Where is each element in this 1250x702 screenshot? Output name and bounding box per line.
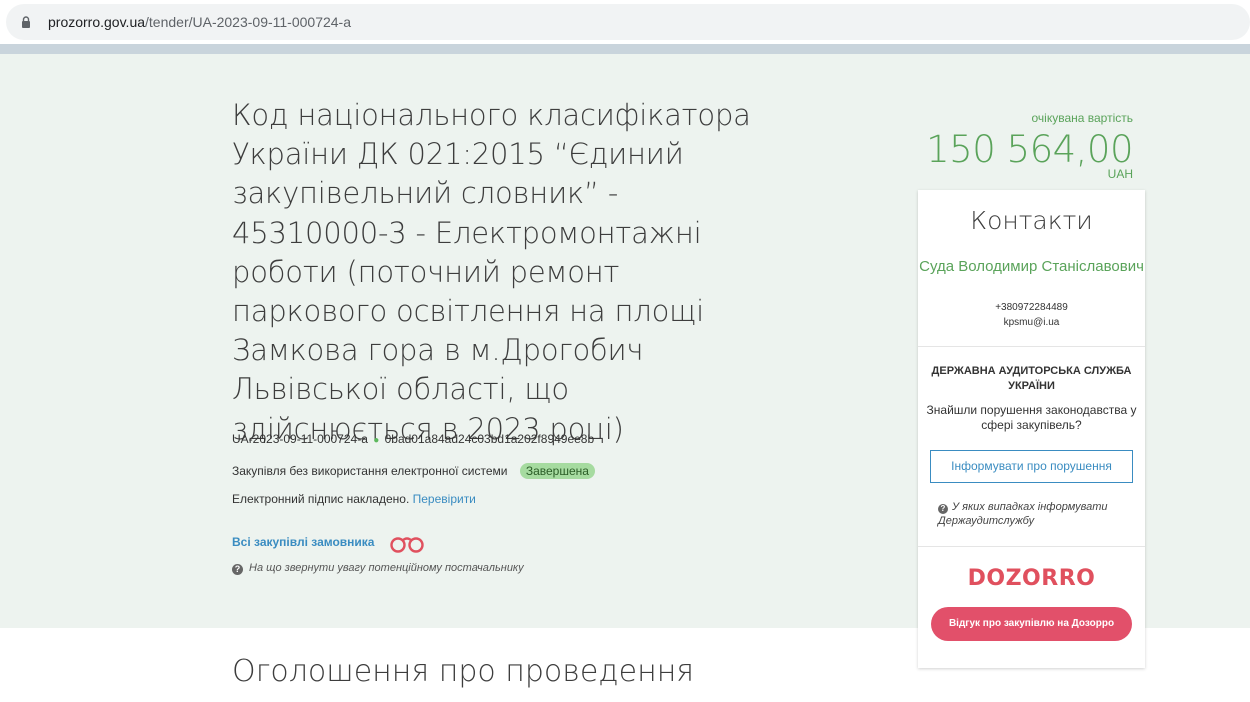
expected-price-value: 150 564,00 [926, 128, 1133, 171]
contact-name: Суда Володимир Станіславович [919, 258, 1144, 275]
expected-price-label: очікувана вартість [1031, 111, 1134, 125]
tender-id-line: UA-2023-09-11-000724-a ● 0bad01a84ad24c0… [232, 432, 594, 446]
url-host: prozorro.gov.ua [48, 14, 146, 30]
page-header-strip [0, 44, 1250, 54]
contacts-card: Контакти Суда Володимир Станіславович +3… [918, 190, 1145, 668]
url-field[interactable]: prozorro.gov.ua/tender/UA-2023-09-11-000… [6, 4, 1250, 40]
tender-id: UA-2023-09-11-000724-a [232, 432, 368, 446]
dozorro-feedback-button[interactable]: Відгук про закупівлю на Дозорро [931, 607, 1132, 641]
signature-line: Електронний підпис накладено. Перевірити [232, 492, 476, 506]
audit-service-title: ДЕРЖАВНА АУДИТОРСЬКА СЛУЖБА УКРАЇНИ [931, 365, 1132, 392]
browser-address-bar: prozorro.gov.ua/tender/UA-2023-09-11-000… [0, 0, 1250, 44]
verify-signature-link[interactable]: Перевірити [413, 492, 476, 506]
contacts-title: Контакти [970, 206, 1093, 235]
tender-hash: 0bad01a84ad24c03bd1a202f8949ee8b [384, 432, 595, 446]
contact-phone: +380972284489 [995, 302, 1068, 313]
status-badge: Завершена [519, 463, 595, 479]
procurement-status-line: Закупівля без використання електронної с… [232, 463, 595, 479]
price-currency: UAH [1107, 167, 1133, 181]
supplier-hint-text: На що звернути увагу потенційному постач… [249, 562, 524, 574]
audit-hint[interactable]: ? У яких випадках інформувати Держаудитсл… [938, 500, 1138, 528]
all-purchases-link[interactable]: Всі закупівлі замовника [232, 535, 374, 549]
report-violation-button[interactable]: Інформувати про порушення [930, 450, 1133, 483]
contact-email: kpsmu@i.ua [1003, 317, 1060, 328]
signature-text: Електронний підпис накладено. [232, 492, 410, 506]
lock-icon [22, 16, 30, 28]
audit-service-text: Знайшли порушення законодавства у сфері … [926, 403, 1137, 432]
binoculars-icon[interactable] [389, 532, 425, 554]
audit-hint-text: У яких випадках інформувати Держаудитслу… [938, 501, 1108, 527]
dozorro-logo[interactable]: DOZORRO [918, 566, 1145, 591]
question-icon: ? [938, 504, 948, 514]
url-text: prozorro.gov.ua/tender/UA-2023-09-11-000… [48, 14, 351, 30]
procurement-type: Закупівля без використання електронної с… [232, 464, 508, 478]
supplier-hint[interactable]: ? На що звернути увагу потенційному поста… [232, 562, 524, 575]
url-path: /tender/UA-2023-09-11-000724-a [145, 14, 352, 30]
tender-title: Код національного класифікатора України … [232, 98, 751, 446]
section-title: Оголошення про проведення [232, 654, 695, 689]
question-icon: ? [232, 564, 243, 575]
dot-separator-icon: ● [373, 435, 380, 446]
divider [918, 546, 1145, 547]
divider [918, 346, 1145, 347]
